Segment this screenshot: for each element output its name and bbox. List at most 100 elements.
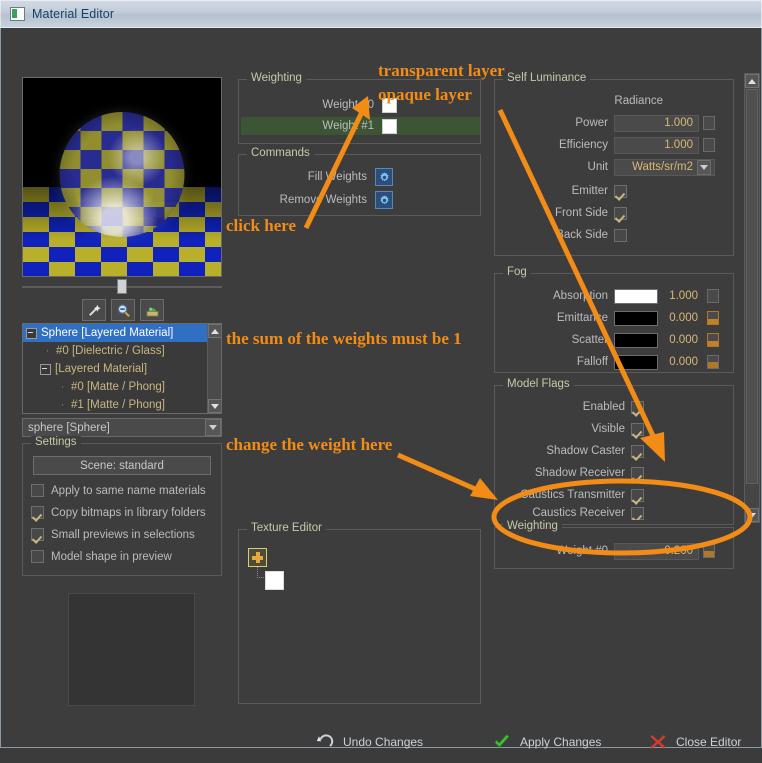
scene-button[interactable]: Scene: standard	[33, 456, 211, 475]
efficiency-row[interactable]: Efficiency 1.000	[495, 136, 733, 154]
checkbox-icon[interactable]	[31, 484, 44, 497]
flag-caustics-receiver-row[interactable]: Caustics Receiver	[495, 506, 733, 520]
power-spinner[interactable]	[703, 116, 715, 130]
flag-shadow-receiver-checkbox[interactable]	[631, 466, 644, 480]
fog-absorption-color[interactable]	[614, 288, 658, 304]
undo-changes-button[interactable]: Undo Changes	[316, 733, 423, 751]
setting-apply-same-name[interactable]: Apply to same name materials	[31, 484, 206, 497]
back-side-label: Back Side	[556, 229, 608, 241]
object-selector[interactable]: sphere [Sphere]	[22, 418, 222, 437]
flag-caustics-receiver-label: Caustics Receiver	[532, 507, 625, 519]
unit-row[interactable]: Unit Watts/sr/m2	[495, 158, 733, 176]
preview-slider-knob[interactable]	[117, 279, 127, 294]
save-preview-icon[interactable]	[140, 299, 164, 321]
checkbox-icon[interactable]	[31, 506, 44, 519]
setting-model-shape[interactable]: Model shape in preview	[31, 550, 172, 563]
unit-label: Unit	[587, 161, 608, 173]
scroll-down-arrow-icon[interactable]	[208, 399, 221, 413]
flag-caustics-transmitter-row[interactable]: Caustics Transmitter	[495, 486, 733, 504]
fog-absorption-row[interactable]: Absorption 1.000	[495, 287, 733, 305]
front-side-checkbox[interactable]	[614, 206, 627, 220]
material-thumbnail[interactable]	[68, 593, 195, 706]
fog-scatter-value[interactable]: 0.000	[658, 332, 703, 349]
flag-shadow-caster-row[interactable]: Shadow Caster	[495, 442, 733, 460]
tree-node-label: Sphere [Layered Material]	[41, 327, 174, 339]
fog-absorption-spinner[interactable]	[707, 289, 719, 303]
tree-node[interactable]: · #1 [Matte / Phong]	[23, 396, 207, 413]
front-side-row[interactable]: Front Side	[495, 204, 733, 222]
fill-weights-row[interactable]: Fill Weights	[239, 168, 480, 186]
material-tree[interactable]: Sphere [Layered Material] · #0 [Dielectr…	[22, 323, 222, 414]
apply-changes-button[interactable]: Apply Changes	[493, 733, 601, 751]
back-side-checkbox[interactable]	[614, 228, 627, 242]
scrollbar-thumb[interactable]	[746, 89, 758, 484]
weight-row-1[interactable]: Weight #1	[241, 117, 480, 135]
emitter-checkbox[interactable]	[614, 184, 627, 198]
window-icon	[10, 7, 25, 21]
flag-shadow-receiver-row[interactable]: Shadow Receiver	[495, 464, 733, 482]
fog-scatter-row[interactable]: Scatter 0.000	[495, 331, 733, 349]
tree-node[interactable]: · #0 [Matte / Phong]	[23, 378, 207, 396]
texture-swatch[interactable]	[265, 571, 284, 590]
fog-emittance-row[interactable]: Emittance 0.000	[495, 309, 733, 327]
chevron-down-icon[interactable]	[205, 419, 221, 436]
remove-weights-row[interactable]: Remove Weights	[239, 191, 480, 209]
close-editor-button[interactable]: Close Editor	[649, 733, 741, 751]
chevron-down-icon[interactable]	[697, 159, 711, 175]
panel-scrollbar[interactable]	[744, 73, 760, 523]
flag-visible-row[interactable]: Visible	[495, 420, 733, 438]
object-selector-value: sphere [Sphere]	[28, 421, 110, 434]
weight-1-checkbox[interactable]	[382, 118, 397, 134]
tree-node[interactable]: [Layered Material]	[23, 360, 207, 378]
scroll-down-arrow-icon[interactable]	[745, 508, 759, 522]
flag-visible-checkbox[interactable]	[631, 422, 644, 436]
fog-emittance-value[interactable]: 0.000	[658, 310, 703, 327]
weight-0-row-bottom[interactable]: Weight #0 0.200	[495, 542, 733, 560]
checkbox-icon[interactable]	[31, 528, 44, 541]
flag-caustics-receiver-checkbox[interactable]	[631, 506, 644, 520]
fog-absorption-value[interactable]: 1.000	[658, 288, 703, 305]
checkbox-icon[interactable]	[31, 550, 44, 563]
annotation-opaque-layer: opaque layer	[378, 85, 472, 104]
fog-falloff-row[interactable]: Falloff 0.000	[495, 353, 733, 371]
fog-panel: Fog Absorption 1.000 Emittance 0.000 Sca…	[494, 266, 734, 373]
fog-emittance-spinner[interactable]	[707, 311, 719, 325]
material-preview[interactable]	[22, 77, 222, 277]
fog-falloff-spinner[interactable]	[707, 355, 719, 369]
emitter-row[interactable]: Emitter	[495, 182, 733, 200]
flag-shadow-caster-checkbox[interactable]	[631, 444, 644, 458]
flag-enabled-checkbox[interactable]	[631, 400, 644, 414]
weight-0-spinner-bottom[interactable]	[703, 544, 715, 558]
gear-icon[interactable]	[375, 191, 393, 209]
fog-scatter-color[interactable]	[614, 332, 658, 348]
scroll-up-arrow-icon[interactable]	[208, 324, 221, 338]
texture-editor-canvas[interactable]	[240, 540, 479, 702]
preview-sphere	[59, 112, 185, 237]
tree-expander-minus-icon[interactable]	[40, 363, 51, 375]
gear-icon[interactable]	[375, 168, 393, 186]
flag-enabled-row[interactable]: Enabled	[495, 398, 733, 416]
flag-caustics-transmitter-checkbox[interactable]	[631, 488, 644, 502]
back-side-row[interactable]: Back Side	[495, 226, 733, 244]
setting-copy-bitmaps[interactable]: Copy bitmaps in library folders	[31, 506, 206, 519]
unit-select[interactable]: Watts/sr/m2	[614, 158, 715, 176]
fog-falloff-value[interactable]: 0.000	[658, 354, 703, 371]
power-value[interactable]: 1.000	[614, 114, 699, 132]
preview-slider[interactable]	[22, 279, 222, 295]
tree-expander-minus-icon[interactable]	[26, 327, 37, 339]
setting-small-previews[interactable]: Small previews in selections	[31, 528, 195, 541]
fog-emittance-color[interactable]	[614, 310, 658, 326]
fog-falloff-color[interactable]	[614, 354, 658, 370]
plus-icon[interactable]	[248, 548, 267, 567]
magic-wand-icon[interactable]	[82, 299, 106, 321]
scroll-up-arrow-icon[interactable]	[745, 74, 759, 88]
zoom-out-icon[interactable]	[111, 299, 135, 321]
fog-scatter-spinner[interactable]	[707, 333, 719, 347]
tree-scrollbar[interactable]	[207, 324, 221, 413]
power-row[interactable]: Power 1.000	[495, 114, 733, 132]
tree-node[interactable]: · #0 [Dielectric / Glass]	[23, 342, 207, 360]
weight-0-value-bottom[interactable]: 0.200	[614, 542, 699, 560]
efficiency-value[interactable]: 1.000	[614, 136, 699, 154]
tree-node[interactable]: Sphere [Layered Material]	[23, 324, 207, 342]
efficiency-spinner[interactable]	[703, 138, 715, 152]
